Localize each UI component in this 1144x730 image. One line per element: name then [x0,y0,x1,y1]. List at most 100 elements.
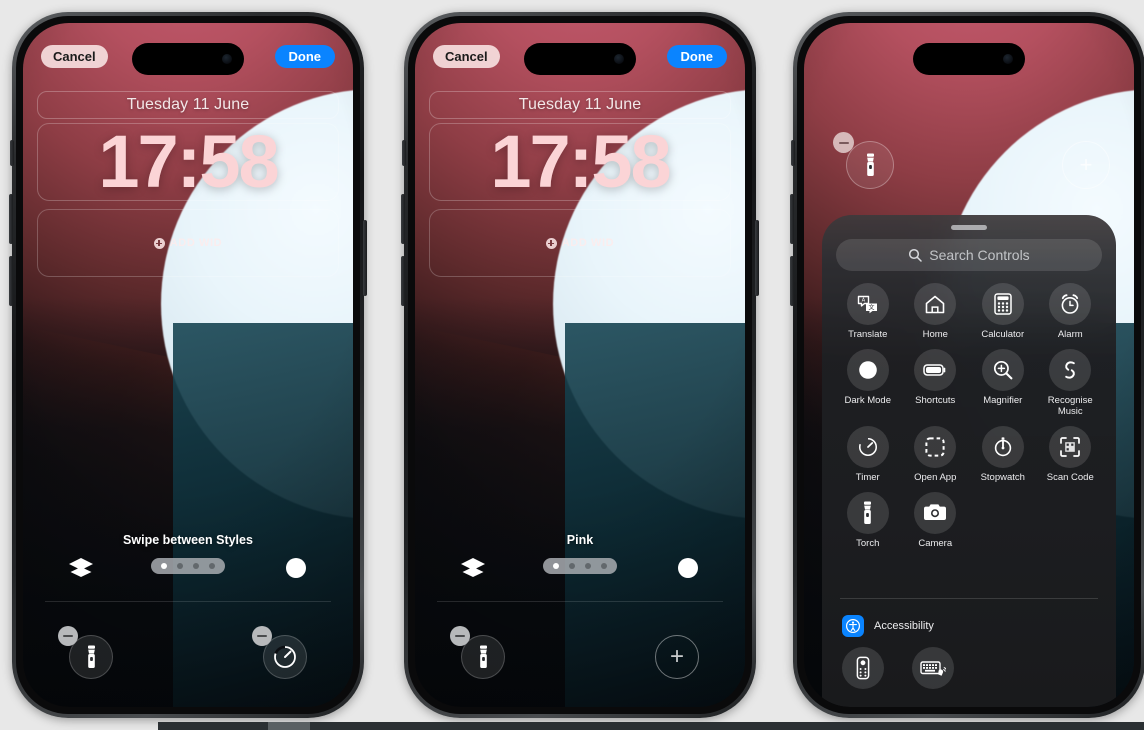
control-recognise-music[interactable]: Recognise Music [1037,348,1105,418]
control-label: Home [922,329,948,340]
control-shortcuts[interactable]: Shortcuts [902,348,970,418]
cancel-button[interactable]: Cancel [41,45,108,68]
control-label: Shortcuts [915,394,956,406]
remove-icon[interactable] [450,626,470,646]
remove-icon[interactable] [58,626,78,646]
floating-add-button[interactable]: + [1062,141,1110,189]
power-button[interactable] [755,220,759,296]
control-label: Calculator [981,329,1025,340]
shazam-icon [1049,348,1092,391]
phone-1: Cancel Done Tuesday 11 June 17:58 ADD WI… [9,12,367,718]
cancel-button[interactable]: Cancel [433,45,500,68]
floating-torch-control[interactable] [833,132,894,189]
control-label: Translate [848,329,888,340]
section-divider [840,598,1098,599]
control-calculator[interactable]: Calculator [969,283,1037,341]
volume-down-button[interactable] [9,256,13,306]
volume-up-button[interactable] [401,194,405,244]
remove-icon[interactable] [252,626,272,646]
lock-clock[interactable]: 17:58 [429,123,731,201]
control-translate[interactable]: A 文 Translate [834,283,902,341]
phone-1-screen: Cancel Done Tuesday 11 June 17:58 ADD WI… [23,23,353,707]
accessibility-controls-row [842,647,954,689]
add-widgets-label: ADD WID [561,237,615,249]
search-controls-input[interactable]: Search Controls [836,239,1102,271]
quick-control-torch[interactable] [58,626,113,679]
accessibility-icon [842,615,864,637]
remove-icon[interactable] [833,132,854,153]
translate-icon: A 文 [846,283,889,325]
lock-date-widget[interactable]: Tuesday 11 June [429,91,731,119]
mute-switch[interactable] [791,140,795,166]
search-placeholder: Search Controls [929,247,1030,263]
calculator-icon [981,283,1024,325]
timer-dial-icon [846,425,889,468]
tint-contrast-icon[interactable] [676,556,700,580]
style-name-label: Pink [566,533,594,547]
done-button[interactable]: Done [666,45,727,68]
control-stopwatch[interactable]: Stopwatch [969,425,1037,484]
add-widgets-slot[interactable]: ADD WID [37,209,339,277]
add-widgets-slot[interactable]: ADD WID [429,209,731,277]
style-picker-row [23,553,353,585]
add-control-button[interactable]: + [655,635,699,679]
layers-icon[interactable] [68,556,94,578]
control-open-app[interactable]: Open App [902,425,970,484]
flashlight-icon [87,645,95,668]
style-name-label: Swipe between Styles [123,533,253,547]
plus-icon [153,237,165,249]
control-alarm[interactable]: Alarm [1037,283,1105,341]
lock-date-widget[interactable]: Tuesday 11 June [37,91,339,119]
phone-2-screen: Cancel Done Tuesday 11 June 17:58 ADD WI… [415,23,745,707]
style-page-dots[interactable] [543,558,617,574]
dynamic-island [913,43,1025,75]
dark-mode-icon [846,348,889,391]
volume-down-button[interactable] [790,256,794,306]
tint-contrast-icon[interactable] [284,556,308,580]
volume-up-button[interactable] [790,194,794,244]
quick-control-timer[interactable] [252,626,307,679]
apple-tv-remote-icon[interactable] [842,647,884,689]
edit-topbar: Cancel Done [415,43,745,75]
volume-up-button[interactable] [9,194,13,244]
layers-icon[interactable] [460,556,486,578]
svg-text:文: 文 [868,304,874,312]
control-label: Magnifier [983,394,1023,406]
power-button[interactable] [363,220,367,296]
stopwatch-icon [981,425,1024,468]
flashlight-icon [866,153,874,176]
flashlight-icon [846,491,889,534]
mute-switch[interactable] [10,140,14,166]
keyboard-dictation-icon[interactable] [912,647,954,689]
bottom-strip-highlight [268,722,310,730]
edit-topbar: Cancel Done [23,43,353,75]
control-label: Recognise Music [1047,394,1093,417]
mute-switch[interactable] [402,140,406,166]
open-app-icon [914,425,957,468]
control-magnifier[interactable]: Magnifier [969,348,1037,418]
front-camera-icon [1003,54,1013,64]
add-widgets-label: ADD WID [169,237,223,249]
done-button[interactable]: Done [274,45,335,68]
control-scan-code[interactable]: Scan Code [1037,425,1105,484]
control-label: Open App [914,471,957,483]
phone-2: Cancel Done Tuesday 11 June 17:58 ADD WI… [401,12,759,718]
svg-text:A: A [861,298,865,304]
home-icon [914,283,957,325]
sheet-grabber[interactable] [951,225,987,230]
phone-3: + Search Controls A 文 Translate Home Cal… [790,12,1144,718]
style-page-dots[interactable] [151,558,225,574]
control-home[interactable]: Home [902,283,970,341]
lock-clock[interactable]: 17:58 [37,123,339,201]
volume-down-button[interactable] [401,256,405,306]
control-camera[interactable]: Camera [902,491,970,550]
control-label: Alarm [1057,329,1083,340]
phone-3-screen: + Search Controls A 文 Translate Home Cal… [804,23,1134,707]
control-label: Dark Mode [844,394,891,406]
accessibility-label: Accessibility [874,620,934,632]
accessibility-section-header[interactable]: Accessibility [842,615,934,637]
quick-control-torch[interactable] [450,626,505,679]
control-dark-mode[interactable]: Dark Mode [834,348,902,418]
control-timer[interactable]: Timer [834,425,902,484]
control-torch[interactable]: Torch [834,491,902,550]
